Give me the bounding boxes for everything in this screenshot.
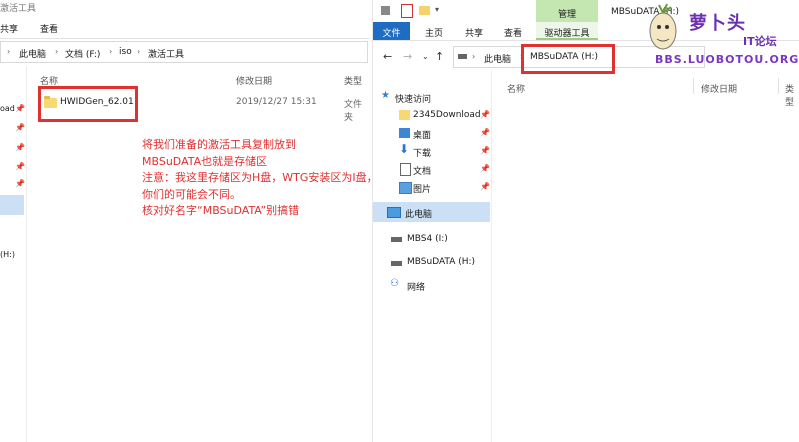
column-divider[interactable] (693, 78, 694, 94)
pin-icon: 📌 (15, 143, 25, 152)
folder-icon (399, 110, 410, 120)
column-header-type[interactable]: 类型 (344, 74, 362, 87)
tab-drive-tools[interactable]: 驱动器工具 (536, 22, 598, 40)
desktop-icon (399, 128, 410, 138)
logo-url: BBS.LUOBOTOU.ORG (655, 53, 799, 66)
manage-tab-label: 管理 (557, 10, 576, 20)
chevron-right-icon: › (55, 47, 59, 56)
document-icon (400, 163, 411, 176)
star-icon: ★ (381, 90, 390, 101)
ribbon-tab-share[interactable]: 共享 (0, 22, 18, 35)
nav-pane: ★ 快速访问 2345Download 📌 桌面 📌 ⬇ 下载 📌 文档 📌 图… (373, 80, 491, 442)
left-nav-pane: oad 📌 📌 📌 📌 📌 (H:) (0, 66, 27, 442)
nav-network[interactable]: 网络 (407, 280, 425, 296)
tab-home[interactable]: 主页 (425, 26, 443, 39)
nav-this-pc[interactable]: 此电脑 (405, 207, 432, 223)
drive-icon (458, 54, 467, 59)
chevron-right-icon: › (472, 52, 476, 61)
column-header-name[interactable]: 名称 (507, 82, 525, 95)
file-type: 文件夹 (344, 100, 363, 123)
pictures-icon (399, 182, 412, 194)
ribbon-tab-view[interactable]: 查看 (40, 22, 58, 35)
pin-icon: 📌 (15, 179, 25, 188)
nav-item-desktop[interactable]: 桌面 (413, 128, 431, 144)
nav-selected-item[interactable] (0, 195, 24, 215)
left-ribbon: 共享 查看 (0, 16, 370, 39)
pane-divider[interactable] (491, 70, 492, 442)
back-arrow-icon[interactable]: ← (383, 50, 392, 63)
download-arrow-icon: ⬇ (399, 142, 410, 156)
watermark-logo: 萝卜头 IT论坛 BBS.LUOBOTOU.ORG (647, 3, 799, 69)
annotation-line-3: 注意：我这里存储区为H盘，WTG安装区为I盘， (142, 171, 378, 184)
up-arrow-icon[interactable]: ↑ (435, 50, 444, 63)
chevron-down-icon[interactable]: ⌄ (422, 52, 429, 61)
highlight-box-file (38, 86, 138, 122)
annotation-note: 将我们准备的激活工具复制放到 MBSuDATA也就是存储区 注意：我这里存储区为… (142, 137, 382, 220)
tab-view[interactable]: 查看 (504, 26, 522, 39)
highlight-box-address (521, 44, 615, 74)
breadcrumb-iso[interactable]: iso (119, 47, 132, 57)
dropdown-icon[interactable]: ▾ (435, 5, 439, 14)
drive-icon (391, 237, 402, 242)
column-divider[interactable] (778, 78, 779, 94)
breadcrumb-this-pc[interactable]: 此电脑 (484, 52, 511, 65)
file-date: 2019/12/27 15:31 (236, 97, 317, 107)
pin-icon: 📌 (480, 182, 490, 191)
computer-icon (387, 207, 401, 218)
drive-icon (391, 261, 402, 266)
pin-icon: 📌 (480, 128, 490, 137)
annotation-line-2: MBSuDATA也就是存储区 (142, 154, 268, 168)
left-address-bar[interactable]: › 此电脑 › 文档 (F:) › iso › 激活工具 (0, 41, 370, 63)
manage-tab[interactable]: 管理 (536, 0, 598, 22)
nav-item-downloads[interactable]: 下载 (413, 146, 431, 162)
logo-title: 萝卜头 (689, 13, 746, 34)
nav-quick-access[interactable]: 快速访问 (395, 92, 431, 108)
nav-item-h-partial[interactable]: (H:) (0, 250, 15, 259)
column-header-date[interactable]: 修改日期 (701, 82, 737, 95)
breadcrumb-this-pc[interactable]: 此电脑 (19, 47, 46, 60)
chevron-right-icon: › (137, 47, 141, 56)
left-window-title: 激活工具 (0, 4, 37, 14)
column-header-date[interactable]: 修改日期 (236, 74, 272, 87)
pin-icon: 📌 (15, 162, 25, 171)
pin-icon: 📌 (480, 164, 490, 173)
pin-icon: 📌 (15, 123, 25, 132)
window-icon (381, 6, 390, 15)
nav-item-pictures[interactable]: 图片 (413, 182, 431, 198)
tab-file[interactable]: 文件 (373, 22, 410, 40)
chevron-right-icon: › (109, 47, 113, 56)
breadcrumb-activation-tools[interactable]: 激活工具 (148, 47, 184, 60)
breadcrumb-docs[interactable]: 文档 (F:) (65, 47, 100, 60)
nav-item-documents[interactable]: 文档 (413, 164, 431, 180)
pin-icon: 📌 (480, 110, 490, 119)
tab-drive-tools-label: 驱动器工具 (544, 29, 590, 39)
forward-arrow-icon[interactable]: → (403, 50, 412, 63)
tab-share[interactable]: 共享 (465, 26, 483, 39)
chevron-right-icon: › (7, 47, 11, 56)
pin-icon: 📌 (15, 104, 25, 113)
pin-icon: 📌 (480, 146, 490, 155)
column-header-type[interactable]: 类型 (785, 82, 799, 108)
annotation-line-1: 将我们准备的激活工具复制放到 (142, 138, 296, 151)
annotation-line-4: 你们的可能会不同。 (142, 187, 241, 201)
nav-item-download-partial[interactable]: oad (0, 104, 15, 113)
nav-item-2345download[interactable]: 2345Download (413, 110, 481, 126)
network-icon: ⚇ (390, 278, 399, 289)
properties-icon[interactable] (401, 4, 413, 18)
nav-drive-mbsudata[interactable]: MBSuDATA (H:) (407, 257, 475, 273)
nav-drive-mbs4[interactable]: MBS4 (I:) (407, 234, 448, 250)
logo-subtitle: IT论坛 (743, 35, 777, 48)
left-window-titlebar: 激活工具 (0, 0, 370, 16)
annotation-line-5: 核对好名字“MBSuDATA”别搞错 (142, 204, 300, 217)
new-folder-icon[interactable] (419, 6, 430, 15)
tab-file-label: 文件 (382, 29, 401, 39)
